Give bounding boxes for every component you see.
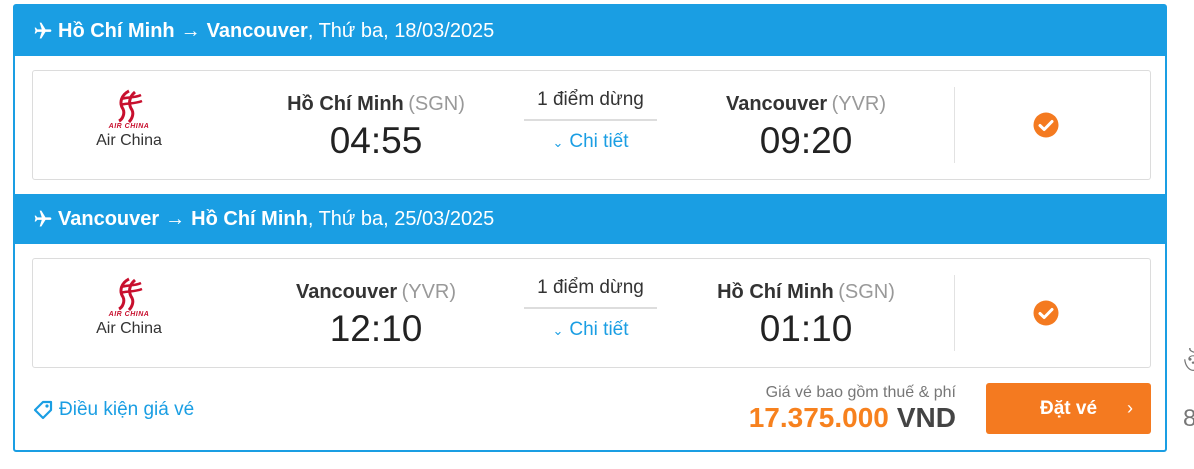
chevron-down-icon: ⌄ <box>552 323 564 338</box>
inbound-to-city: Hồ Chí Minh <box>191 207 308 230</box>
fare-conditions-label: Điều kiện giá vé <box>59 399 195 420</box>
departure-block: Hồ Chí Minh (SGN) 04:55 <box>246 93 506 162</box>
outbound-from-city: Hồ Chí Minh <box>58 19 175 42</box>
outbound-date: , Thứ ba, 18/03/2025 <box>307 19 495 42</box>
air-china-logo-icon <box>118 89 143 123</box>
details-label: Chi tiết <box>569 131 629 152</box>
departure-code: (YVR) <box>401 281 457 303</box>
inbound-flight-row[interactable]: AIR CHINA Air China Vancouver (YVR) 12:1… <box>32 258 1151 368</box>
departure-code: (SGN) <box>408 93 465 115</box>
arrival-block: Hồ Chí Minh (SGN) 01:10 <box>676 281 936 350</box>
inbound-from-city: Vancouver <box>58 207 160 230</box>
details-toggle[interactable]: ⌄ Chi tiết <box>524 131 657 153</box>
price-currency: VND <box>896 402 956 433</box>
air-china-logo-icon <box>118 277 143 311</box>
departure-time: 04:55 <box>329 120 423 161</box>
divider <box>954 275 955 351</box>
plane-icon <box>34 210 52 227</box>
stops-block: 1 điểm dừng ⌄ Chi tiết <box>524 277 657 341</box>
departure-time: 12:10 <box>329 308 423 349</box>
check-circle-icon[interactable] <box>1033 300 1059 326</box>
chevron-down-icon: ⌄ <box>552 135 564 150</box>
tag-icon <box>33 400 53 420</box>
airline-name: Air China <box>96 320 162 337</box>
airline-wordmark: AIR CHINA <box>108 311 150 318</box>
departure-city: Hồ Chí Minh <box>287 93 404 115</box>
outbound-arrow: → <box>180 19 201 42</box>
arrival-city: Vancouver <box>725 93 828 115</box>
fare-conditions-link[interactable]: Điều kiện giá vé <box>33 399 194 421</box>
airline-logo: AIR CHINA Air China <box>93 89 165 150</box>
chevron-right-icon: › <box>1127 398 1133 418</box>
airline-name: Air China <box>96 132 162 149</box>
departure-block: Vancouver (YVR) 12:10 <box>246 281 506 350</box>
arrival-city: Hồ Chí Minh <box>717 281 834 303</box>
book-label: Đặt vé <box>1039 397 1098 419</box>
edge-glyph-bottom: 8 <box>1183 405 1194 432</box>
check-circle-icon[interactable] <box>1033 112 1059 138</box>
outbound-flight-row[interactable]: AIR CHINA Air China Hồ Chí Minh (SGN) 04… <box>32 70 1151 180</box>
arrival-code: (SGN) <box>838 281 895 303</box>
arrival-time: 09:20 <box>759 120 853 161</box>
plane-icon <box>34 22 52 39</box>
total-price: 17.375.000 VND <box>749 402 956 434</box>
price-note: Giá vé bao gồm thuế & phí <box>765 384 956 401</box>
airline-wordmark: AIR CHINA <box>108 123 150 130</box>
stops-block: 1 điểm dừng ⌄ Chi tiết <box>524 89 657 153</box>
outbound-header: Hồ Chí Minh → Vancouver , Thứ ba, 18/03/… <box>15 6 1165 56</box>
departure-city: Vancouver <box>295 281 398 303</box>
price-amount: 17.375.000 <box>748 402 889 433</box>
book-button[interactable]: Đặt vé › <box>986 383 1151 434</box>
details-toggle[interactable]: ⌄ Chi tiết <box>524 319 657 341</box>
stops-count: 1 điểm dừng <box>524 89 657 121</box>
arrival-block: Vancouver (YVR) 09:20 <box>676 93 936 162</box>
details-label: Chi tiết <box>569 319 629 340</box>
arrival-code: (YVR) <box>831 93 887 115</box>
stops-count: 1 điểm dừng <box>524 277 657 309</box>
outbound-to-city: Vancouver <box>206 19 308 42</box>
inbound-header: Vancouver → Hồ Chí Minh , Thứ ba, 25/03/… <box>15 194 1165 244</box>
arrival-time: 01:10 <box>759 308 853 349</box>
divider <box>954 87 955 163</box>
inbound-arrow: → <box>165 207 186 230</box>
edge-glyph-top: ঔ <box>1183 350 1194 377</box>
inbound-date: , Thứ ba, 25/03/2025 <box>307 207 495 230</box>
flight-result-card: Hồ Chí Minh → Vancouver , Thứ ba, 18/03/… <box>13 4 1167 452</box>
airline-logo: AIR CHINA Air China <box>93 277 165 338</box>
